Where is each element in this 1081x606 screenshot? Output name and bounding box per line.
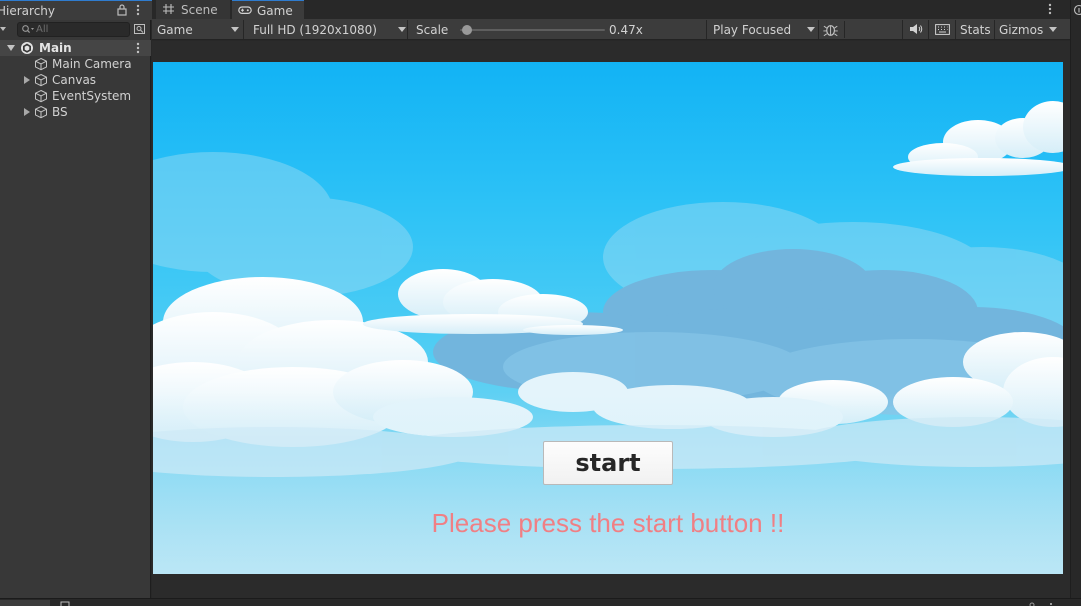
hierarchy-search-input[interactable] <box>36 23 128 36</box>
info-icon[interactable] <box>1073 4 1081 16</box>
scale-slider-track[interactable] <box>460 25 605 35</box>
gamepad-icon <box>238 6 252 15</box>
play-mode-dropdown-label: Play Focused <box>713 23 792 37</box>
lock-icon[interactable] <box>116 3 128 17</box>
stats-button-label: Stats <box>960 23 991 37</box>
hierarchy-item-bs[interactable]: BS <box>0 104 151 120</box>
scale-control: Scale 0.47x <box>411 20 707 39</box>
scene-name-label: Main <box>39 41 72 55</box>
sky-clouds-background <box>153 101 1063 574</box>
audio-toggle-button[interactable] <box>902 20 927 39</box>
inspector-collapsed-strip <box>1070 0 1081 598</box>
expand-arrow-right-icon[interactable] <box>22 75 32 85</box>
gameobject-cube-icon <box>35 73 47 87</box>
game-view-viewport[interactable]: start Please press the start button !! <box>153 62 1063 574</box>
bottom-panel-strip <box>0 598 1081 606</box>
caret-down-icon <box>231 27 239 32</box>
play-mode-dropdown[interactable]: Play Focused <box>709 20 819 39</box>
kebab-menu-icon[interactable] <box>133 3 143 17</box>
game-toolbar: Game Full HD (1920x1080) Scale 0.47x Pla… <box>152 19 1070 40</box>
bug-icon[interactable] <box>821 21 845 38</box>
grid-icon <box>163 4 174 14</box>
tab-game-label: Game <box>257 4 293 18</box>
speaker-icon <box>910 24 923 34</box>
unity-editor: Hierarchy All Main Main Camera Canvas Ev… <box>0 0 1081 606</box>
tab-scene[interactable]: Scene <box>156 0 230 19</box>
expand-arrow-down-icon[interactable] <box>6 43 16 53</box>
display-dropdown-label: Game <box>157 23 193 37</box>
hierarchy-item-label: EventSystem <box>52 89 132 103</box>
game-panel: Scene Game Game Full HD (1920x1080) Scal… <box>152 0 1070 598</box>
start-button[interactable]: start <box>543 441 673 485</box>
scene-kebab-menu-icon[interactable] <box>133 41 143 55</box>
start-prompt-text: Please press the start button !! <box>431 508 785 538</box>
search-icon <box>22 25 34 34</box>
gizmos-button[interactable]: Gizmos <box>994 20 1064 39</box>
resolution-dropdown-label: Full HD (1920x1080) <box>253 23 377 37</box>
display-dropdown[interactable]: Game <box>152 20 244 39</box>
unity-scene-icon <box>21 42 33 54</box>
create-dropdown-icon[interactable] <box>0 23 8 35</box>
gameobject-cube-icon <box>35 89 47 103</box>
hierarchy-item-canvas[interactable]: Canvas <box>0 72 151 88</box>
hierarchy-item-main-camera[interactable]: Main Camera <box>0 56 151 72</box>
gameobject-cube-icon <box>35 57 47 71</box>
hierarchy-panel: Hierarchy All Main Main Camera Canvas Ev… <box>0 0 152 598</box>
hierarchy-scene-row[interactable]: Main <box>0 40 151 56</box>
hierarchy-item-label: Main Camera <box>52 57 132 71</box>
hierarchy-search-box[interactable] <box>17 22 130 37</box>
scale-label: Scale <box>416 23 449 37</box>
kebab-menu-icon[interactable] <box>1045 2 1055 16</box>
search-filter-icon[interactable] <box>133 22 146 36</box>
gizmos-button-label: Gizmos <box>999 23 1044 37</box>
hierarchy-search-row <box>0 20 151 39</box>
scale-slider-knob[interactable] <box>462 25 473 35</box>
tab-game[interactable]: Game <box>232 0 304 19</box>
hierarchy-item-label: Canvas <box>52 73 97 87</box>
keyboard-shortcuts-button[interactable] <box>928 20 954 39</box>
keyboard-icon <box>935 24 950 35</box>
resolution-dropdown[interactable]: Full HD (1920x1080) <box>248 20 408 39</box>
bottom-toolbar-icons[interactable] <box>1028 601 1062 606</box>
tab-scene-label: Scene <box>181 3 218 17</box>
scale-value: 0.47x <box>609 23 643 37</box>
hierarchy-item-label: BS <box>52 105 68 119</box>
tab-project[interactable] <box>0 600 50 606</box>
caret-down-icon[interactable] <box>1049 27 1057 33</box>
expand-arrow-right-icon[interactable] <box>22 107 32 117</box>
caret-down-icon <box>807 27 815 32</box>
hierarchy-item-eventsystem[interactable]: EventSystem <box>0 88 151 104</box>
tab-hierarchy[interactable]: Hierarchy <box>0 0 152 20</box>
stats-button[interactable]: Stats <box>955 20 993 39</box>
game-tab-bar: Scene Game <box>152 0 1070 19</box>
gameobject-cube-icon <box>35 105 47 119</box>
caret-down-icon <box>398 27 406 32</box>
console-icon[interactable] <box>60 601 70 606</box>
hierarchy-tab-label: Hierarchy <box>0 4 56 18</box>
